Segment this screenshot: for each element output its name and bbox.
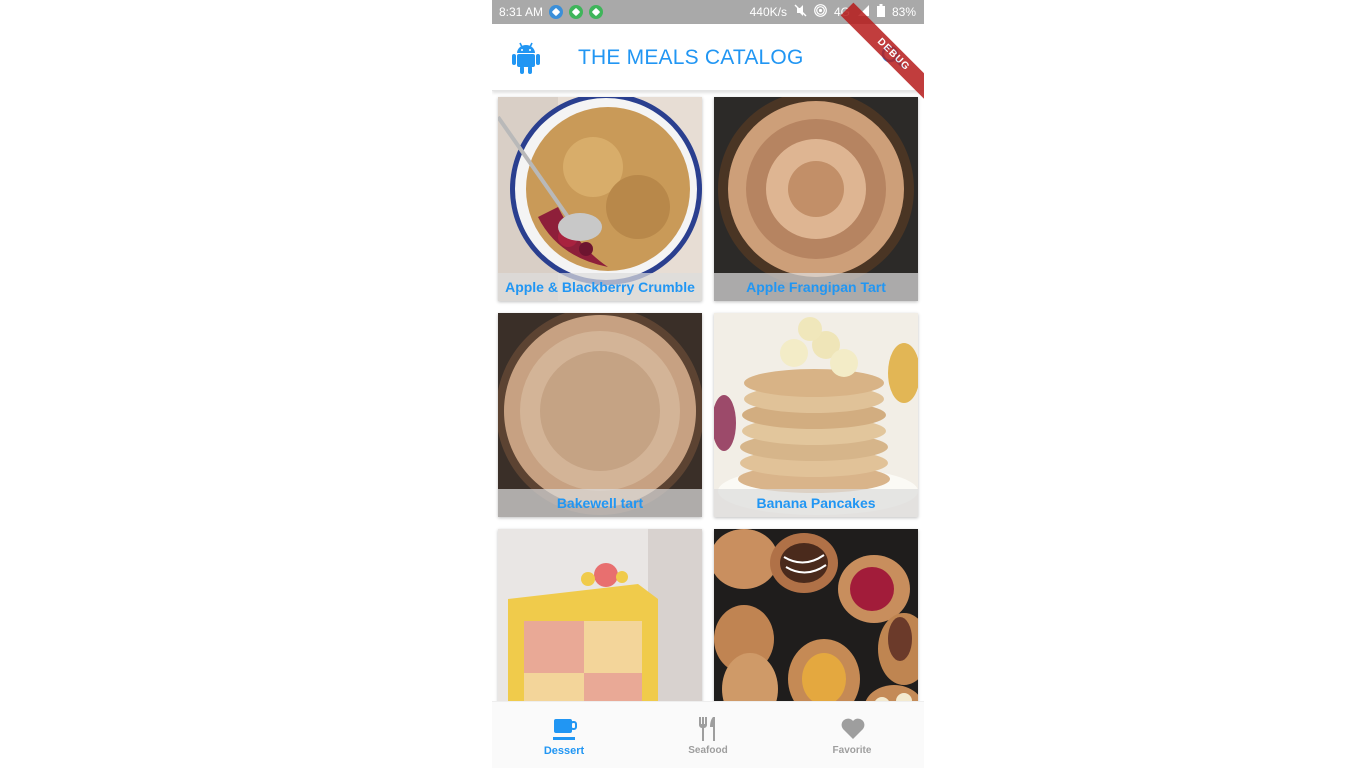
meal-image — [498, 313, 702, 517]
fork-knife-icon — [699, 717, 715, 741]
bottom-navigation: Dessert Seafood Favorite — [492, 701, 924, 768]
page-title: THE MEALS CATALOG — [578, 46, 804, 69]
mute-icon — [794, 4, 807, 20]
cup-icon — [553, 719, 577, 740]
meal-name: Apple & Blackberry Crumble — [498, 273, 702, 301]
hotspot-icon — [814, 4, 827, 20]
meal-card[interactable]: Banana Pancakes — [714, 313, 918, 517]
android-icon[interactable] — [512, 42, 540, 74]
meal-card[interactable]: Bakewell tart — [498, 313, 702, 517]
meal-image — [714, 313, 918, 517]
meal-image — [498, 97, 702, 301]
nav-label: Seafood — [688, 745, 728, 756]
nav-label: Favorite — [832, 745, 872, 756]
net-speed: 440K/s — [749, 5, 787, 19]
meal-name: Banana Pancakes — [714, 489, 918, 517]
status-time: 8:31 AM — [499, 5, 544, 19]
nav-label: Dessert — [543, 745, 585, 757]
heart-icon — [841, 718, 865, 739]
app-bar: THE MEALS CATALOG DEBUG — [492, 2, 924, 108]
phone-screen: 8:31 AM 440K/s 4G 83% THE MEALS CATALOG … — [492, 0, 924, 768]
nav-item-dessert[interactable]: Dessert — [492, 702, 636, 768]
meal-card[interactable]: Apple Frangipan Tart — [714, 97, 918, 301]
meal-name: Bakewell tart — [498, 489, 702, 517]
notification-icon — [549, 5, 564, 19]
nav-item-seafood[interactable]: Seafood — [636, 702, 780, 768]
meal-name: Apple Frangipan Tart — [714, 273, 918, 301]
battery-level: 83% — [891, 5, 916, 19]
nav-item-favorite[interactable]: Favorite — [780, 702, 924, 768]
meal-card[interactable]: Apple & Blackberry Crumble — [498, 97, 702, 301]
meal-image — [714, 97, 918, 301]
notification-icon — [589, 5, 604, 19]
battery-icon — [876, 4, 885, 20]
notification-icon — [569, 5, 584, 19]
